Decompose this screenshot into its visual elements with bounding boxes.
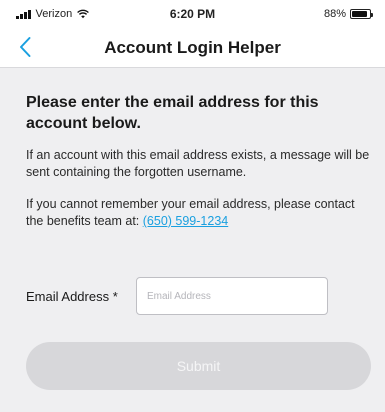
- submit-button[interactable]: Submit: [26, 342, 371, 390]
- instructions-paragraph-1: If an account with this email address ex…: [26, 148, 370, 179]
- battery-icon: [350, 9, 373, 19]
- battery-fill: [352, 11, 367, 17]
- battery-percent: 88%: [323, 8, 346, 20]
- phone-link[interactable]: (650) 599-1234: [143, 214, 228, 228]
- email-label: Email Address *: [26, 288, 118, 304]
- instructions-paragraph-2: If you cannot remember your email addres…: [26, 196, 371, 230]
- status-right: 88%: [323, 8, 373, 20]
- email-input[interactable]: [136, 277, 328, 315]
- status-bar: Verizon 6:20 PM 88%: [0, 0, 385, 26]
- instructions-heading: Please enter the email address for this …: [26, 94, 319, 132]
- email-field-row: Email Address *: [26, 277, 371, 315]
- instructions: Please enter the email address for this …: [26, 92, 371, 230]
- page-title: Account Login Helper: [104, 38, 281, 57]
- nav-bar: Account Login Helper: [0, 26, 385, 68]
